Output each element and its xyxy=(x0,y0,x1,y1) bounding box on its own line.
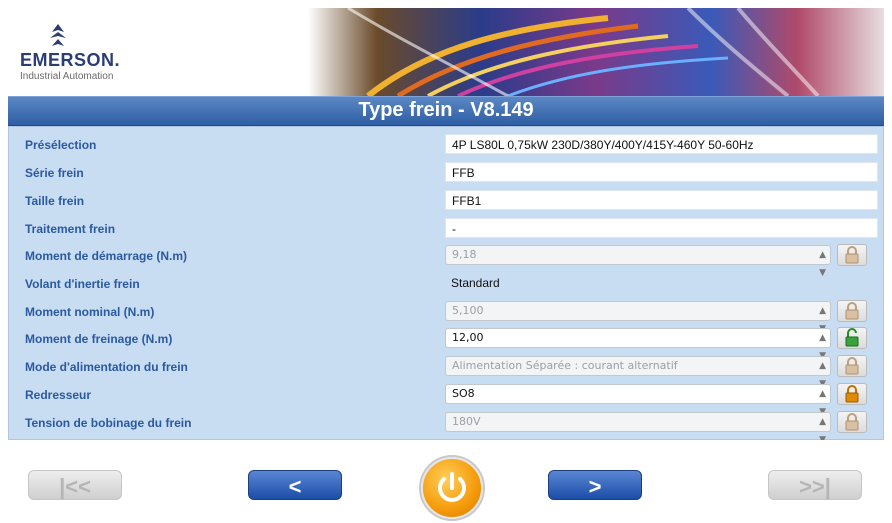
brand-subtitle: Industrial Automation xyxy=(20,71,114,82)
field-volant-inertie: Standard xyxy=(451,276,500,290)
field-preselection: 4P LS80L 0,75kW 230D/380Y/400Y/415Y-460Y… xyxy=(445,134,878,154)
label-redresseur: Redresseur xyxy=(25,388,92,402)
row-moment-nominal: Moment nominal (N.m) 5,100 ▲▼ xyxy=(9,300,883,334)
row-serie-frein: Série frein FFB xyxy=(9,161,883,185)
label-moment-demarrage: Moment de démarrage (N.m) xyxy=(25,249,188,263)
row-moment-demarrage: Moment de démarrage (N.m) 9,18 ▲ ▼ xyxy=(9,244,883,278)
field-serie-frein: FFB xyxy=(445,162,878,182)
page-title: Type frein - V8.149 xyxy=(358,99,534,121)
brand-name: EMERSON. xyxy=(20,50,121,70)
power-icon xyxy=(438,472,466,502)
label-taille-frein: Taille frein xyxy=(25,194,85,208)
select-moment-nominal[interactable]: 5,100 ▲▼ xyxy=(445,301,831,334)
first-page-button[interactable]: |<< xyxy=(28,470,122,500)
field-traitement-frein: - xyxy=(445,218,878,238)
label-traitement-frein: Traitement frein xyxy=(25,222,116,236)
padlock-closed-icon xyxy=(845,413,859,431)
select-tension-bobinage-value: 180V xyxy=(452,415,481,428)
main-window: EMERSON. Industrial Automation Type frei… xyxy=(8,8,884,523)
label-moment-freinage: Moment de freinage (N.m) xyxy=(25,332,173,346)
select-mode-alimentation[interactable]: Alimentation Séparée : courant alternati… xyxy=(445,356,831,389)
lock-button-tension-bobinage[interactable] xyxy=(837,411,867,433)
header-banner-image xyxy=(308,8,884,96)
last-page-button[interactable]: >>| xyxy=(768,470,862,500)
previous-button[interactable]: < xyxy=(248,470,342,500)
row-traitement-frein: Traitement frein - xyxy=(9,217,883,241)
form-panel: Présélection 4P LS80L 0,75kW 230D/380Y/4… xyxy=(8,126,884,445)
next-button[interactable]: > xyxy=(548,470,642,500)
row-volant-inertie: Volant d'inertie frein Standard xyxy=(9,272,883,296)
padlock-open-green-icon xyxy=(845,328,859,347)
lock-button-mode-alimentation[interactable] xyxy=(837,355,867,377)
last-page-icon: >>| xyxy=(799,474,831,499)
lock-button-redresseur[interactable] xyxy=(837,383,867,405)
header: EMERSON. Industrial Automation xyxy=(8,8,884,96)
label-serie-frein: Série frein xyxy=(25,166,84,180)
label-volant-inertie: Volant d'inertie frein xyxy=(25,277,140,291)
label-tension-bobinage: Tension de bobinage du frein xyxy=(25,416,192,430)
select-moment-freinage[interactable]: 12,00 ▲▼ xyxy=(445,328,831,361)
padlock-closed-icon xyxy=(845,357,859,375)
padlock-closed-icon xyxy=(845,302,859,320)
row-preselection: Présélection 4P LS80L 0,75kW 230D/380Y/4… xyxy=(9,133,883,157)
label-mode-alimentation: Mode d'alimentation du frein xyxy=(25,360,188,374)
emerson-logo-icon xyxy=(50,24,66,46)
row-redresseur: Redresseur SO8 ▲▼ xyxy=(9,383,883,417)
select-moment-nominal-value: 5,100 xyxy=(452,304,484,317)
select-tension-bobinage[interactable]: 180V ▲▼ xyxy=(445,412,831,445)
row-taille-frein: Taille frein FFB1 xyxy=(9,189,883,213)
label-moment-nominal: Moment nominal (N.m) xyxy=(25,305,155,319)
lock-button-moment-demarrage[interactable] xyxy=(837,244,867,266)
select-moment-demarrage-value: 9,18 xyxy=(452,248,477,261)
lock-button-moment-nominal[interactable] xyxy=(837,300,867,322)
emerson-logo: EMERSON. Industrial Automation xyxy=(20,24,180,94)
arrow-left-icon: < xyxy=(288,474,302,499)
arrow-right-icon: > xyxy=(588,474,602,499)
field-taille-frein: FFB1 xyxy=(445,190,878,210)
row-mode-alimentation: Mode d'alimentation du frein Alimentatio… xyxy=(9,355,883,389)
select-mode-alimentation-value: Alimentation Séparée : courant alternati… xyxy=(452,359,678,372)
select-redresseur[interactable]: SO8 ▲▼ xyxy=(445,384,831,417)
label-preselection: Présélection xyxy=(25,138,97,152)
padlock-closed-icon xyxy=(845,246,859,264)
lock-button-moment-freinage[interactable] xyxy=(837,327,867,349)
title-bar: Type frein - V8.149 xyxy=(8,96,884,126)
padlock-closed-orange-icon xyxy=(845,385,859,403)
row-moment-freinage: Moment de freinage (N.m) 12,00 ▲▼ xyxy=(9,327,883,361)
select-redresseur-value: SO8 xyxy=(452,387,475,400)
power-button[interactable] xyxy=(421,457,483,519)
first-page-icon: |<< xyxy=(59,474,91,499)
select-moment-freinage-value: 12,00 xyxy=(452,331,484,344)
select-moment-demarrage[interactable]: 9,18 ▲ ▼ xyxy=(445,245,831,278)
row-tension-bobinage: Tension de bobinage du frein 180V ▲▼ xyxy=(9,411,883,445)
